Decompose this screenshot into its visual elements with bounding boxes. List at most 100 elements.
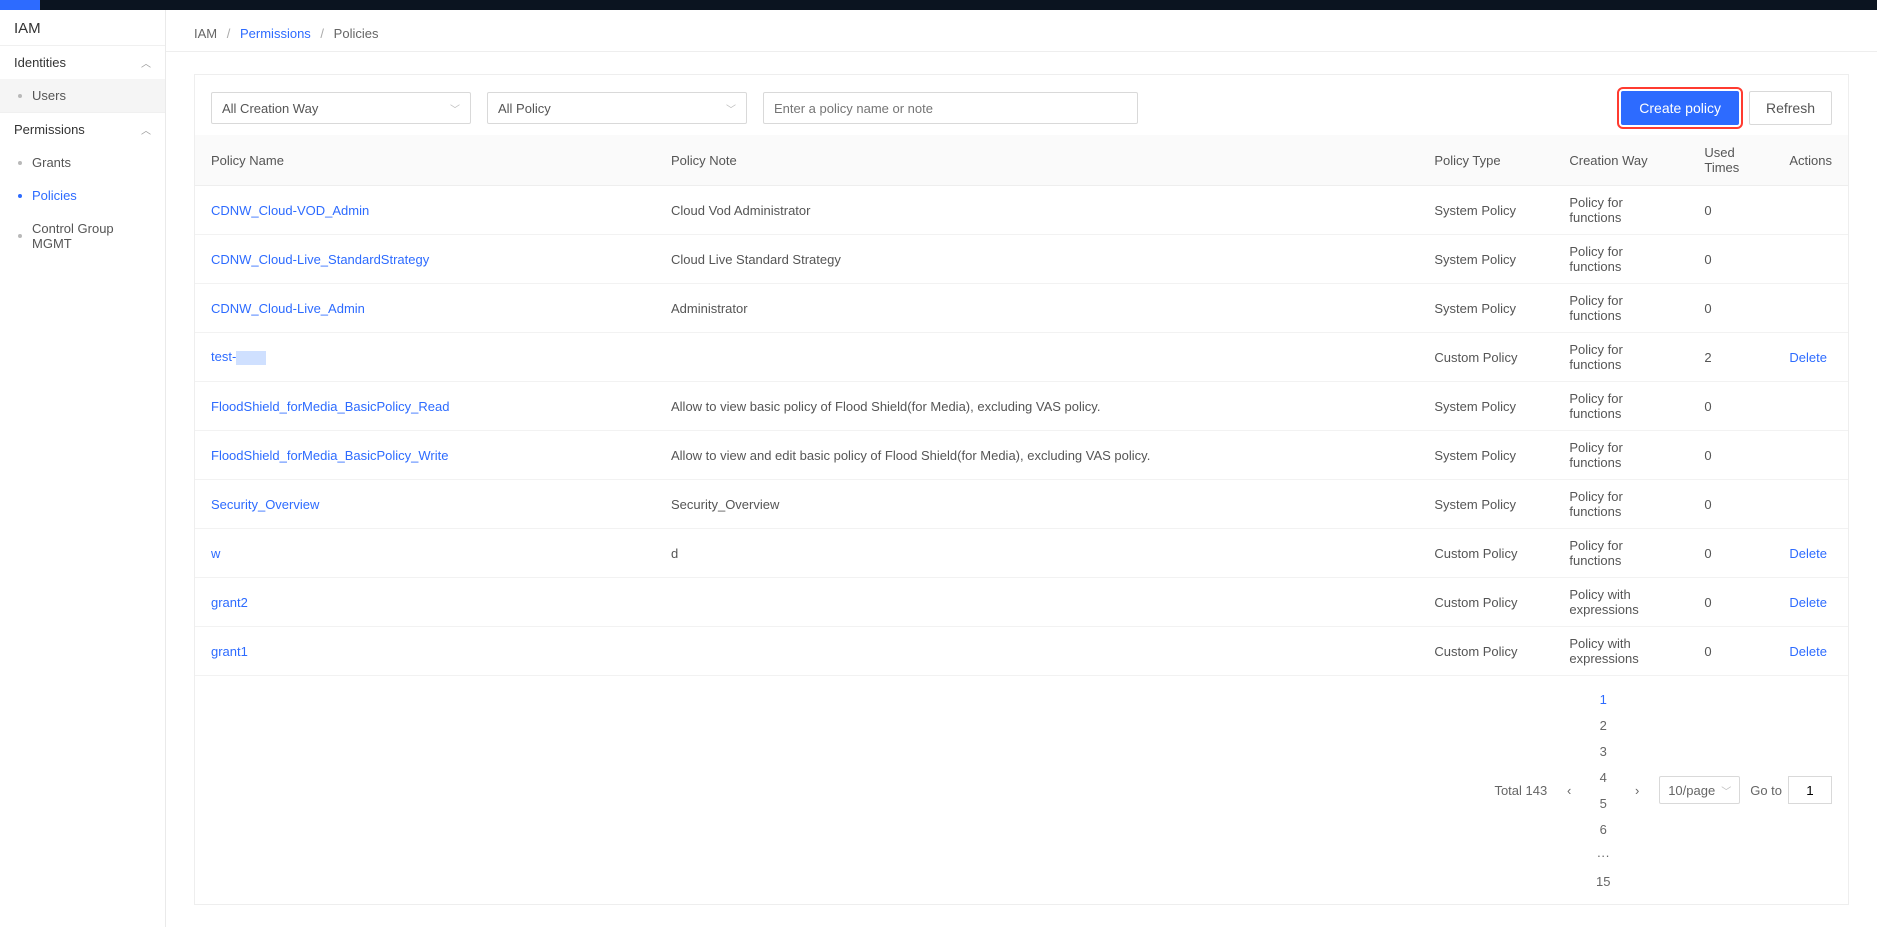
cell-policy-type: System Policy [1418, 382, 1553, 431]
sidebar-section-identities[interactable]: Identities ︿ [0, 45, 165, 79]
cell-policy-note [655, 578, 1418, 627]
pager-page-6[interactable]: 6 [1591, 816, 1615, 842]
cell-actions [1773, 382, 1848, 431]
policy-name-link[interactable]: grant1 [211, 644, 248, 659]
cell-policy-type: Custom Policy [1418, 529, 1553, 578]
cell-used-times: 0 [1688, 186, 1773, 235]
goto-input[interactable] [1788, 776, 1832, 804]
sidebar-title: IAM [0, 10, 165, 45]
policy-name-link[interactable]: w [211, 546, 220, 561]
sidebar-item-policies[interactable]: Policies [0, 179, 165, 212]
pager-page-2[interactable]: 2 [1591, 712, 1615, 738]
cell-used-times: 0 [1688, 235, 1773, 284]
cell-policy-note [655, 627, 1418, 676]
chevron-up-icon: ︿ [141, 122, 151, 137]
policies-table: Policy Name Policy Note Policy Type Crea… [195, 135, 1848, 676]
sidebar-item-label: Control Group MGMT [32, 221, 151, 251]
main: IAM / Permissions / Policies All Creatio… [166, 10, 1877, 927]
pager-next[interactable]: › [1625, 777, 1649, 803]
cell-actions: Delete [1773, 333, 1848, 382]
topbar-accent [0, 0, 40, 10]
cell-policy-type: Custom Policy [1418, 333, 1553, 382]
breadcrumb-current: Policies [334, 26, 379, 41]
policy-name-link[interactable]: CDNW_Cloud-VOD_Admin [211, 203, 369, 218]
delete-link[interactable]: Delete [1789, 644, 1827, 659]
sidebar-item-control-group[interactable]: Control Group MGMT [0, 212, 165, 260]
bullet-icon [18, 94, 22, 98]
policy-name-link[interactable]: CDNW_Cloud-Live_Admin [211, 301, 365, 316]
bullet-icon [18, 194, 22, 198]
cell-used-times: 0 [1688, 284, 1773, 333]
table-row: FloodShield_forMedia_BasicPolicy_WriteAl… [195, 431, 1848, 480]
cell-policy-name: CDNW_Cloud-VOD_Admin [195, 186, 655, 235]
breadcrumb-sep: / [320, 26, 324, 41]
toolbar: All Creation Way ﹀ All Policy ﹀ Create p… [195, 75, 1848, 135]
cell-actions: Delete [1773, 578, 1848, 627]
goto-label: Go to [1750, 783, 1782, 798]
table-row: grant1Custom PolicyPolicy with expressio… [195, 627, 1848, 676]
policy-name-link[interactable]: FloodShield_forMedia_BasicPolicy_Write [211, 448, 449, 463]
cell-creation-way: Policy for functions [1553, 186, 1688, 235]
cell-used-times: 2 [1688, 333, 1773, 382]
cell-policy-type: System Policy [1418, 186, 1553, 235]
topbar [0, 0, 1877, 10]
delete-link[interactable]: Delete [1789, 546, 1827, 561]
breadcrumb-link-permissions[interactable]: Permissions [240, 26, 311, 41]
cell-policy-type: Custom Policy [1418, 578, 1553, 627]
cell-policy-name: grant1 [195, 627, 655, 676]
cell-policy-type: Custom Policy [1418, 627, 1553, 676]
cell-actions: Delete [1773, 529, 1848, 578]
cell-creation-way: Policy with expressions [1553, 578, 1688, 627]
chevron-down-icon: ﹀ [450, 101, 460, 116]
table-row: CDNW_Cloud-Live_StandardStrategy Cloud Li… [195, 235, 1848, 284]
pager-page-15[interactable]: 15 [1591, 868, 1615, 894]
pager-page-3[interactable]: 3 [1591, 738, 1615, 764]
cell-policy-name: Security_Overview [195, 480, 655, 529]
table-row: Security_OverviewSecurity_OverviewSystem… [195, 480, 1848, 529]
policy-name-link[interactable]: CDNW_Cloud-Live_StandardStrategy [211, 252, 429, 267]
policy-filter-select[interactable]: All Policy ﹀ [487, 92, 747, 124]
cell-creation-way: Policy for functions [1553, 382, 1688, 431]
delete-link[interactable]: Delete [1789, 350, 1827, 365]
pager-page-5[interactable]: 5 [1591, 790, 1615, 816]
policy-name-link[interactable]: FloodShield_forMedia_BasicPolicy_Read [211, 399, 449, 414]
sidebar-item-label: Grants [32, 155, 71, 170]
pager: Total 143 ‹ 123456···15 › 10/page ﹀ Go t… [195, 676, 1848, 904]
cell-policy-note: Cloud Live Standard Strategy [655, 235, 1418, 284]
create-policy-button[interactable]: Create policy [1621, 91, 1739, 125]
refresh-button[interactable]: Refresh [1749, 91, 1832, 125]
sidebar-item-grants[interactable]: Grants [0, 146, 165, 179]
cell-actions [1773, 186, 1848, 235]
page-size-select[interactable]: 10/page ﹀ [1659, 776, 1740, 804]
cell-policy-note [655, 333, 1418, 382]
cell-policy-name: CDNW_Cloud-Live_Admin [195, 284, 655, 333]
cell-policy-type: System Policy [1418, 431, 1553, 480]
delete-link[interactable]: Delete [1789, 595, 1827, 610]
cell-actions [1773, 284, 1848, 333]
cell-actions [1773, 431, 1848, 480]
cell-policy-type: System Policy [1418, 480, 1553, 529]
chevron-down-icon: ﹀ [726, 101, 736, 116]
search-input[interactable] [763, 92, 1138, 124]
policy-name-link[interactable]: Security_Overview [211, 497, 319, 512]
creation-way-select[interactable]: All Creation Way ﹀ [211, 92, 471, 124]
sidebar-item-users[interactable]: Users [0, 79, 165, 112]
pager-prev[interactable]: ‹ [1557, 777, 1581, 803]
cell-policy-note: Security_Overview [655, 480, 1418, 529]
policy-name-link[interactable]: grant2 [211, 595, 248, 610]
sidebar-item-label: Policies [32, 188, 77, 203]
cell-policy-note: Administrator [655, 284, 1418, 333]
cell-creation-way: Policy for functions [1553, 431, 1688, 480]
table-row: test-Custom PolicyPolicy for functions2D… [195, 333, 1848, 382]
pager-page-1[interactable]: 1 [1591, 686, 1615, 712]
pager-page-4[interactable]: 4 [1591, 764, 1615, 790]
pager-total: Total 143 [1494, 783, 1547, 798]
cell-actions [1773, 235, 1848, 284]
policy-name-link[interactable]: test- [211, 349, 266, 364]
breadcrumb: IAM / Permissions / Policies [166, 10, 1877, 52]
breadcrumb-sep: / [227, 26, 231, 41]
cell-used-times: 0 [1688, 480, 1773, 529]
sidebar-section-permissions[interactable]: Permissions ︿ [0, 112, 165, 146]
sidebar: IAM Identities ︿ Users Permissions ︿ Gra… [0, 10, 166, 927]
col-used-times: Used Times [1688, 135, 1773, 186]
